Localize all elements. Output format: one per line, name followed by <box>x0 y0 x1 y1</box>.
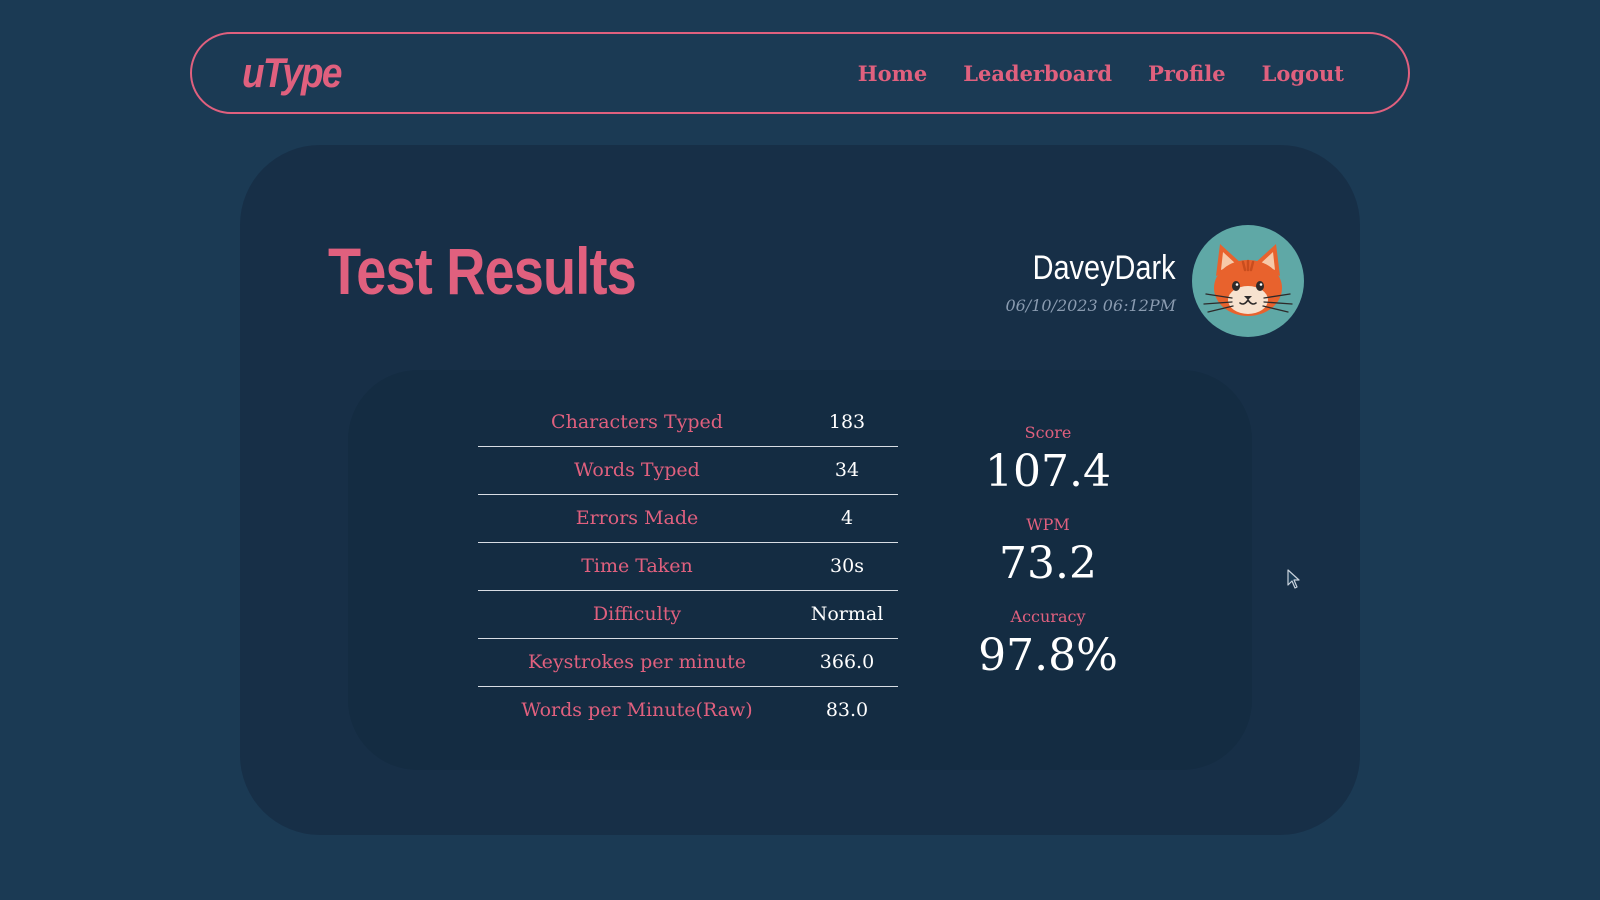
username[interactable]: DaveyDark <box>1031 248 1176 288</box>
table-row: Time Taken 30s <box>478 541 898 590</box>
wpm-value: 73.2 <box>999 538 1097 589</box>
stat-value: 30s <box>796 541 898 590</box>
logo[interactable]: uType <box>242 49 342 97</box>
accuracy-label: Accuracy <box>1010 607 1086 626</box>
nav-link-logout[interactable]: Logout <box>1262 61 1344 86</box>
navbar: uType Home Leaderboard Profile Logout <box>190 32 1410 114</box>
nav-link-leaderboard[interactable]: Leaderboard <box>963 61 1112 86</box>
stat-value: 4 <box>796 493 898 542</box>
wpm-metric: WPM 73.2 <box>948 514 1148 592</box>
stat-label: Characters Typed <box>551 410 723 433</box>
nav-links: Home Leaderboard Profile Logout <box>858 61 1344 86</box>
stats-table: Characters Typed 183 Words Typed 34 Erro… <box>478 398 898 734</box>
nav-link-home[interactable]: Home <box>858 61 927 86</box>
accuracy-value: 97.8% <box>978 630 1118 681</box>
score-metric: Score 107.4 <box>948 422 1148 500</box>
score-value: 107.4 <box>985 446 1111 497</box>
stat-label: Difficulty <box>478 589 796 638</box>
mouse-pointer-icon <box>1287 569 1300 589</box>
stats-panel: Characters Typed 183 Words Typed 34 Erro… <box>348 370 1252 770</box>
page-title: Test Results <box>328 234 637 308</box>
stat-label: Words Typed <box>478 445 796 494</box>
avatar[interactable] <box>1192 225 1304 337</box>
stat-label: Keystrokes per minute <box>478 637 796 686</box>
cat-avatar-icon <box>1203 244 1293 316</box>
table-row: Characters Typed 183 <box>478 398 898 446</box>
stat-value: 366.0 <box>796 637 898 686</box>
user-block: DaveyDark 06/10/2023 06:12PM <box>1005 225 1304 337</box>
user-text: DaveyDark 06/10/2023 06:12PM <box>1005 248 1176 315</box>
stat-value: Normal <box>796 589 898 638</box>
timestamp: 06/10/2023 06:12PM <box>1005 295 1176 315</box>
results-card: Test Results DaveyDark 06/10/2023 06:12P… <box>240 145 1360 835</box>
stat-label: Errors Made <box>478 493 796 542</box>
stat-label: Words per Minute(Raw) <box>478 685 796 734</box>
stat-value: 183 <box>828 410 866 433</box>
nav-link-profile[interactable]: Profile <box>1148 61 1225 86</box>
stat-value: 34 <box>796 445 898 494</box>
score-label: Score <box>1024 423 1072 442</box>
stat-label: Time Taken <box>478 541 796 590</box>
table-row: Keystrokes per minute 366.0 <box>478 637 898 686</box>
accuracy-metric: Accuracy 97.8% <box>948 606 1148 684</box>
table-row: Words per Minute(Raw) 83.0 <box>478 685 898 734</box>
table-row: Difficulty Normal <box>478 589 898 638</box>
table-row: Words Typed 34 <box>478 445 898 494</box>
table-row: Errors Made 4 <box>478 493 898 542</box>
metrics: Score 107.4 WPM 73.2 Accuracy 97.8% <box>948 422 1148 698</box>
stat-value: 83.0 <box>796 685 898 734</box>
wpm-label: WPM <box>1026 515 1070 534</box>
